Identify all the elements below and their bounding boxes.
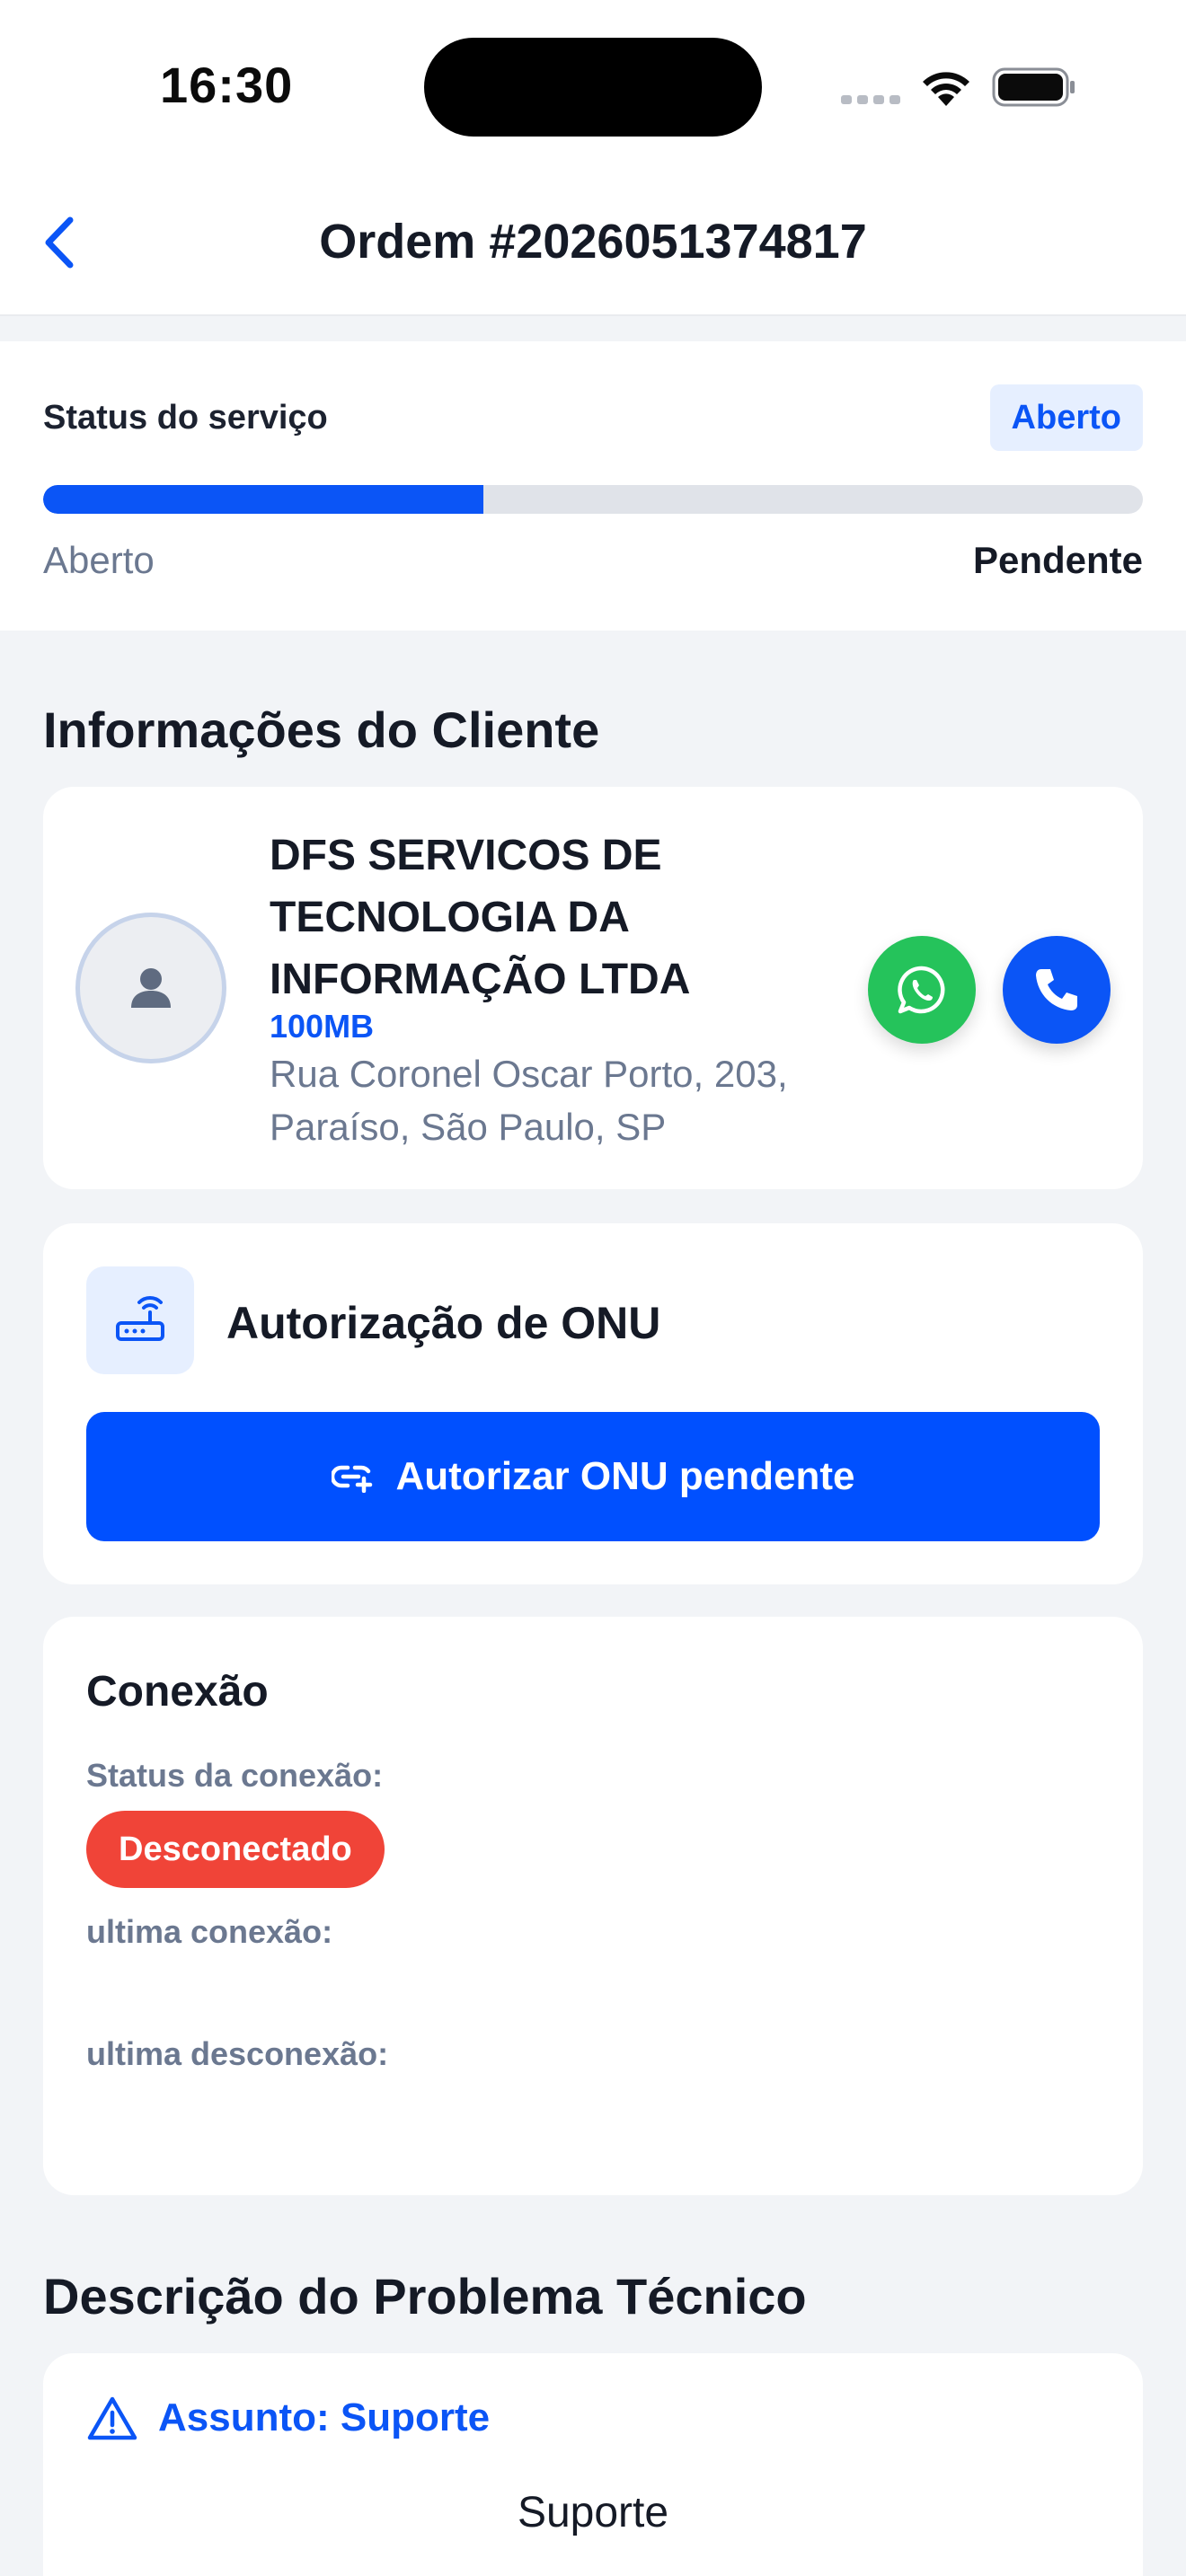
progress-start-label: Aberto <box>43 539 155 581</box>
onu-card: Autorização de ONU Autorizar ONU pendent… <box>43 1223 1143 1584</box>
onu-title: Autorização de ONU <box>226 1298 661 1348</box>
problem-card: Assunto: Suporte Suporte <box>43 2353 1143 2576</box>
whatsapp-button[interactable] <box>868 936 976 1044</box>
connection-card: Conexão Status da conexão: Desconectado … <box>43 1617 1143 2195</box>
link-add-icon <box>331 1465 372 1493</box>
page-title: Ordem #2026051374817 <box>319 215 867 269</box>
service-status-label: Status do serviço <box>43 399 328 437</box>
last-connection-label: ultima conexão: <box>86 1913 333 1950</box>
client-name: DFS SERVICOS DE TECNOLOGIA DA INFORMAÇÃO… <box>270 832 691 1003</box>
client-card: DFS SERVICOS DE TECNOLOGIA DA INFORMAÇÃO… <box>43 787 1143 1189</box>
phone-icon <box>1036 969 1077 1010</box>
subject-text: Suporte <box>517 2489 669 2536</box>
wifi-icon <box>923 72 969 106</box>
avatar <box>75 913 226 1063</box>
client-address: Rua Coronel Oscar Porto, 203, Paraíso, S… <box>270 1053 788 1148</box>
battery-icon <box>992 67 1075 107</box>
subject-row: Assunto: Suporte <box>86 2395 490 2441</box>
status-bar: 16:30 <box>0 0 1186 171</box>
authorize-onu-button[interactable]: Autorizar ONU pendente <box>86 1412 1100 1541</box>
progress-end-label: Pendente <box>972 539 1143 581</box>
subject-label: Assunto: Suporte <box>158 2395 491 2439</box>
status-progress-fill <box>43 485 483 514</box>
status-badge: Aberto <box>989 384 1143 451</box>
onu-icon-box <box>86 1266 194 1374</box>
client-plan: 100MB <box>270 1008 375 1045</box>
status-time: 16:30 <box>160 57 294 113</box>
connection-status-label: Status da conexão: <box>86 1757 384 1794</box>
dynamic-island <box>424 38 762 137</box>
phone-button[interactable] <box>1003 936 1111 1044</box>
connection-status-badge: Desconectado <box>86 1811 385 1888</box>
last-disconnection-label: ultima desconexão: <box>86 2035 389 2072</box>
status-progress-bar <box>43 485 1143 514</box>
user-icon <box>131 968 171 1008</box>
warning-icon <box>87 2396 137 2440</box>
top-app-bar: Ordem #2026051374817 <box>0 171 1186 316</box>
client-section-title: Informações do Cliente <box>43 701 600 758</box>
service-status-section: Status do serviço Aberto Aberto Pendente <box>0 341 1186 631</box>
cellular-signal-icon <box>841 95 900 104</box>
router-icon <box>116 1296 164 1341</box>
problem-section-title: Descrição do Problema Técnico <box>43 2268 807 2325</box>
whatsapp-icon <box>898 966 945 1014</box>
connection-title: Conexão <box>86 1668 269 1716</box>
authorize-onu-label: Autorizar ONU pendente <box>395 1454 855 1498</box>
